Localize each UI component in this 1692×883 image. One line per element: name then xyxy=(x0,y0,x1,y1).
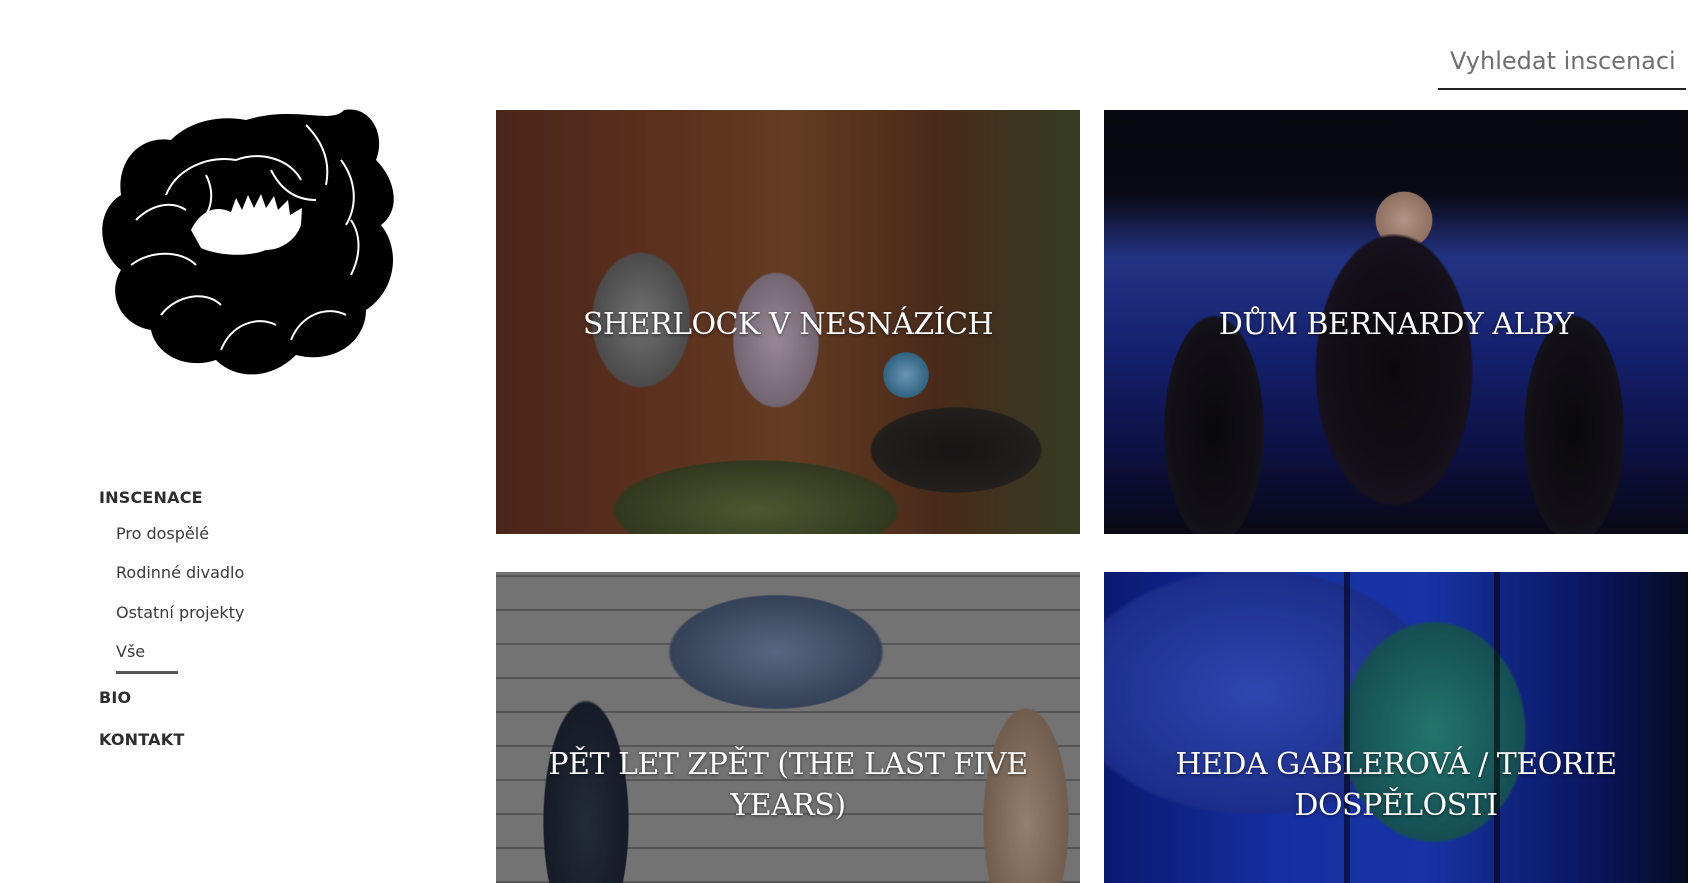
nav-subitem-vse[interactable]: Vše xyxy=(116,642,399,661)
production-title: PĚT LET ZPĚT (THE LAST FIVE YEARS) xyxy=(548,747,1028,823)
nav-item-kontakt[interactable]: KONTAKT xyxy=(99,730,399,749)
production-card[interactable]: DŮM BERNARDY ALBY xyxy=(1104,110,1688,534)
nav-subitem-ostatni-projekty[interactable]: Ostatní projekty xyxy=(116,603,399,622)
main-nav: INSCENACE Pro dospělé Rodinné divadlo Os… xyxy=(99,488,399,749)
nav-item-inscenace[interactable]: INSCENACE xyxy=(99,488,399,507)
nav-subitem-pro-dospele[interactable]: Pro dospělé xyxy=(116,524,399,543)
search-box xyxy=(1438,36,1686,90)
production-title: SHERLOCK V NESNÁZÍCH xyxy=(582,307,994,342)
production-title: HEDA GABLEROVÁ / TEORIE DOSPĚLOSTI xyxy=(1175,747,1617,823)
production-card[interactable]: SHERLOCK V NESNÁZÍCH xyxy=(496,110,1080,534)
nav-subitem-rodinne-divadlo[interactable]: Rodinné divadlo xyxy=(116,563,399,582)
nav-item-bio[interactable]: BIO xyxy=(99,688,399,707)
production-card[interactable]: HEDA GABLEROVÁ / TEORIE DOSPĚLOSTI xyxy=(1104,572,1688,883)
page: INSCENACE Pro dospělé Rodinné divadlo Os… xyxy=(0,0,1692,883)
search-input[interactable] xyxy=(1438,36,1686,86)
production-card[interactable]: PĚT LET ZPĚT (THE LAST FIVE YEARS) xyxy=(496,572,1080,883)
production-title: DŮM BERNARDY ALBY xyxy=(1218,307,1574,342)
peony-logo-icon[interactable] xyxy=(96,100,396,382)
active-underline xyxy=(116,671,178,674)
